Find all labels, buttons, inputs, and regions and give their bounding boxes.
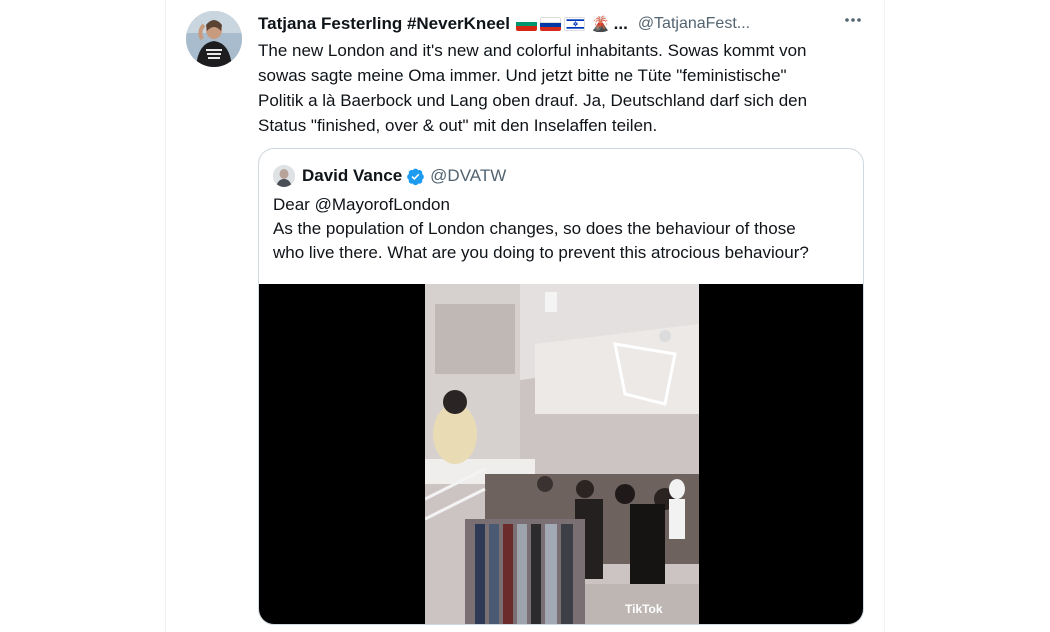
quoted-text-line: who live there. What are you doing to pr… — [273, 243, 809, 262]
quoted-text-line: Dear @MayorofLondon — [273, 195, 450, 214]
name-ellipsis: ... — [613, 14, 628, 33]
author-handle[interactable]: @TatjanaFest... — [638, 15, 750, 33]
quoted-tweet[interactable]: David Vance @DVATW Dear @MayorofLondon A… — [258, 148, 864, 625]
quoted-author-handle[interactable]: @DVATW — [430, 166, 506, 186]
quoted-author-avatar[interactable] — [273, 165, 295, 187]
tweet-text-line: The new London and it's new and colorful… — [258, 41, 807, 60]
more-options-icon[interactable] — [838, 10, 868, 34]
tiktok-watermark: TikTok — [625, 602, 663, 616]
tweet-text-line: Status "finished, over & out" mit den In… — [258, 116, 658, 135]
bulgaria-flag-icon — [515, 17, 537, 31]
volcano-emoji-icon: 🌋 — [590, 16, 610, 33]
quoted-text-line: As the population of London changes, so … — [273, 219, 796, 238]
quoted-tweet-text: Dear @MayorofLondon As the population of… — [273, 193, 853, 265]
tweet-header: Tatjana Festerling #NeverKneel 🌋 ... @Ta… — [258, 13, 750, 35]
tweet-text-line: Politik a là Baerbock und Lang oben drau… — [258, 91, 808, 110]
tweet-text-line: sowas sagte meine Oma immer. Und jetzt b… — [258, 66, 787, 85]
video-frame — [425, 284, 699, 624]
flag-emojis: 🌋 ... — [515, 14, 628, 34]
verified-badge-icon — [407, 168, 424, 185]
video-player[interactable]: TikTok — [259, 284, 863, 624]
author-name[interactable]: Tatjana Festerling #NeverKneel — [258, 14, 510, 34]
tweet-text: The new London and it's new and colorful… — [258, 38, 858, 138]
author-avatar[interactable] — [186, 11, 242, 67]
quoted-tweet-header: David Vance @DVATW — [273, 165, 506, 187]
israel-flag-icon — [563, 17, 585, 31]
russia-flag-icon — [539, 17, 561, 31]
quoted-author-name[interactable]: David Vance — [302, 166, 402, 186]
